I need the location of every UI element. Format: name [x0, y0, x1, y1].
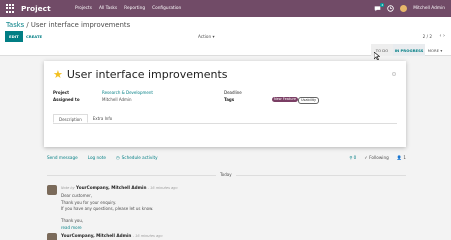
- stage-more[interactable]: MORE ▾: [425, 44, 445, 56]
- avatar: [47, 185, 57, 195]
- avatar: [47, 233, 57, 240]
- chatter-actions: Send message Log note ◷ Schedule activit…: [47, 155, 158, 160]
- top-navbar: Project Projects All Tasks Reporting Con…: [0, 0, 451, 17]
- control-panel: Tasks / User interface improvements EDIT…: [0, 17, 451, 47]
- chat-badge: 4: [380, 3, 385, 7]
- pager-next-icon[interactable]: ›: [443, 33, 445, 39]
- message-header: YourCompany, Mitchell Admin - 16 minutes…: [61, 233, 162, 238]
- app-name[interactable]: Project: [21, 4, 65, 13]
- tag-new-feature[interactable]: New Feature: [272, 97, 298, 102]
- edit-button[interactable]: EDIT: [5, 31, 23, 42]
- message-line: If you have any questions, please let us…: [61, 206, 154, 211]
- log-note-button[interactable]: Log note: [88, 155, 106, 160]
- message-time: - 16 minutes ago: [132, 234, 163, 238]
- breadcrumb: Tasks / User interface improvements: [6, 21, 130, 29]
- chatter-followers: ⚲ 0 ✓ Following 👤 1: [349, 155, 406, 161]
- apps-menu-icon[interactable]: [6, 4, 15, 13]
- tag-usability[interactable]: Usability: [298, 97, 320, 104]
- menu-configuration[interactable]: Configuration: [152, 6, 181, 11]
- main-menu: Projects All Tasks Reporting Configurati…: [75, 6, 181, 11]
- message-time: - 16 minutes ago: [147, 186, 178, 190]
- message-line: Thank you,: [61, 218, 84, 223]
- tab-description[interactable]: Description: [53, 114, 88, 123]
- message-author[interactable]: YourCompany, Mitchell Admin: [76, 185, 146, 190]
- followers-button[interactable]: 👤 1: [397, 155, 406, 161]
- task-title-text[interactable]: User interface improvements: [67, 68, 228, 81]
- activity-clock-icon[interactable]: [387, 5, 394, 12]
- caret-down-icon: ▾: [440, 47, 443, 53]
- pager-prev-icon[interactable]: ‹: [439, 33, 441, 39]
- attachments-count: 0: [353, 155, 357, 160]
- kanban-state-icon[interactable]: [392, 72, 396, 76]
- assigned-field[interactable]: Mitchell Admin: [102, 97, 132, 102]
- message-line: Thank you for your enquiry.: [61, 200, 117, 205]
- following-button[interactable]: ✓ Following: [364, 155, 388, 161]
- pager-value[interactable]: 2 / 2: [423, 34, 432, 39]
- user-avatar[interactable]: [400, 5, 408, 12]
- star-icon[interactable]: ★: [53, 68, 63, 81]
- breadcrumb-current: User interface improvements: [30, 21, 131, 29]
- tab-extra-info[interactable]: Extra Info: [88, 114, 117, 123]
- read-more-link[interactable]: read more: [61, 225, 82, 230]
- message-author[interactable]: YourCompany, Mitchell Admin: [61, 233, 131, 238]
- stage-in-progress[interactable]: IN PROGRESS: [393, 44, 425, 56]
- tags-label: Tags: [224, 97, 235, 102]
- action-dropdown[interactable]: Action ▾: [198, 34, 215, 39]
- project-label: Project: [53, 90, 70, 95]
- chat-icon[interactable]: 4: [374, 3, 385, 12]
- menu-projects[interactable]: Projects: [75, 6, 92, 11]
- notebook-tabs: Description Extra Info: [53, 114, 397, 124]
- breadcrumb-tasks[interactable]: Tasks: [6, 21, 24, 29]
- user-name[interactable]: Mitchell Admin: [413, 6, 445, 11]
- check-icon: ✓: [364, 155, 368, 160]
- action-label: Action: [198, 34, 212, 39]
- project-field[interactable]: Research & Development: [102, 90, 153, 95]
- following-label: Following: [369, 155, 389, 160]
- paperclip-icon: ⚲: [349, 155, 353, 160]
- caret-down-icon: ▾: [212, 34, 215, 39]
- task-title[interactable]: ★ User interface improvements: [53, 68, 228, 81]
- menu-reporting[interactable]: Reporting: [124, 6, 145, 11]
- form-sheet: ★ User interface improvements Project Re…: [44, 61, 406, 147]
- followers-count: 1: [403, 155, 406, 160]
- stage-more-label: MORE: [427, 47, 440, 53]
- pager-nav: ‹ ›: [439, 33, 445, 39]
- schedule-activity-button[interactable]: ◷ Schedule activity: [116, 155, 158, 160]
- navbar-systray: 4 Mitchell Admin: [374, 3, 445, 12]
- message-line: Dear customer,: [61, 193, 93, 198]
- mouse-cursor-icon: [374, 52, 380, 60]
- assigned-label: Assigned to: [53, 97, 80, 102]
- breadcrumb-separator: /: [24, 21, 31, 29]
- create-button[interactable]: CREATE: [24, 31, 44, 42]
- attachments-button[interactable]: ⚲ 0: [349, 155, 356, 161]
- schedule-activity-label: Schedule activity: [121, 155, 158, 160]
- message-header: Note by YourCompany, Mitchell Admin - 16…: [61, 185, 178, 190]
- user-icon: 👤: [396, 155, 402, 160]
- deadline-label: Deadline: [224, 90, 242, 95]
- send-message-button[interactable]: Send message: [47, 155, 78, 160]
- date-divider-label: Today: [216, 172, 236, 177]
- message-prefix: Note by: [61, 186, 75, 190]
- clock-icon: ◷: [115, 155, 120, 160]
- menu-all-tasks[interactable]: All Tasks: [99, 6, 117, 11]
